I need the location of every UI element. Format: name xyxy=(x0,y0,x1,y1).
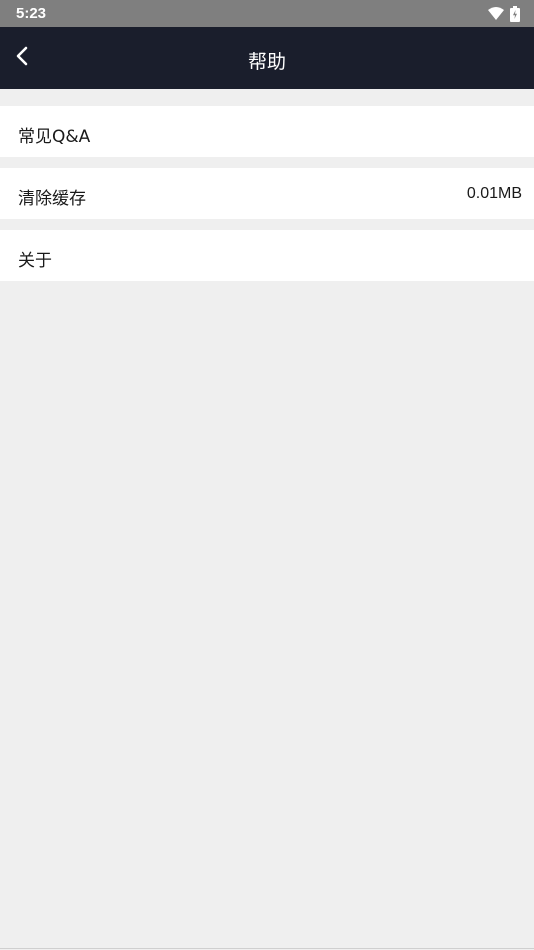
page-title: 帮助 xyxy=(247,51,286,73)
menu-item-about[interactable]: 关于 xyxy=(0,230,534,281)
menu-item-faq-label: 常见Q&A xyxy=(18,127,91,147)
status-time: 5:23 xyxy=(16,5,47,22)
menu-item-faq[interactable]: 常见Q&A xyxy=(0,106,534,157)
menu-item-clear-cache-label: 清除缓存 xyxy=(18,189,86,209)
menu-item-about-label: 关于 xyxy=(18,251,52,271)
battery-charging-icon xyxy=(510,6,520,26)
cache-size-value: 0.01MB xyxy=(466,185,522,202)
menu-item-clear-cache[interactable]: 清除缓存 0.01MB xyxy=(0,168,534,219)
status-icons xyxy=(488,6,520,26)
bottom-divider xyxy=(0,948,534,949)
app-bar: 帮助 xyxy=(0,27,534,89)
wifi-icon xyxy=(488,7,504,25)
status-bar: 5:23 xyxy=(0,0,534,27)
